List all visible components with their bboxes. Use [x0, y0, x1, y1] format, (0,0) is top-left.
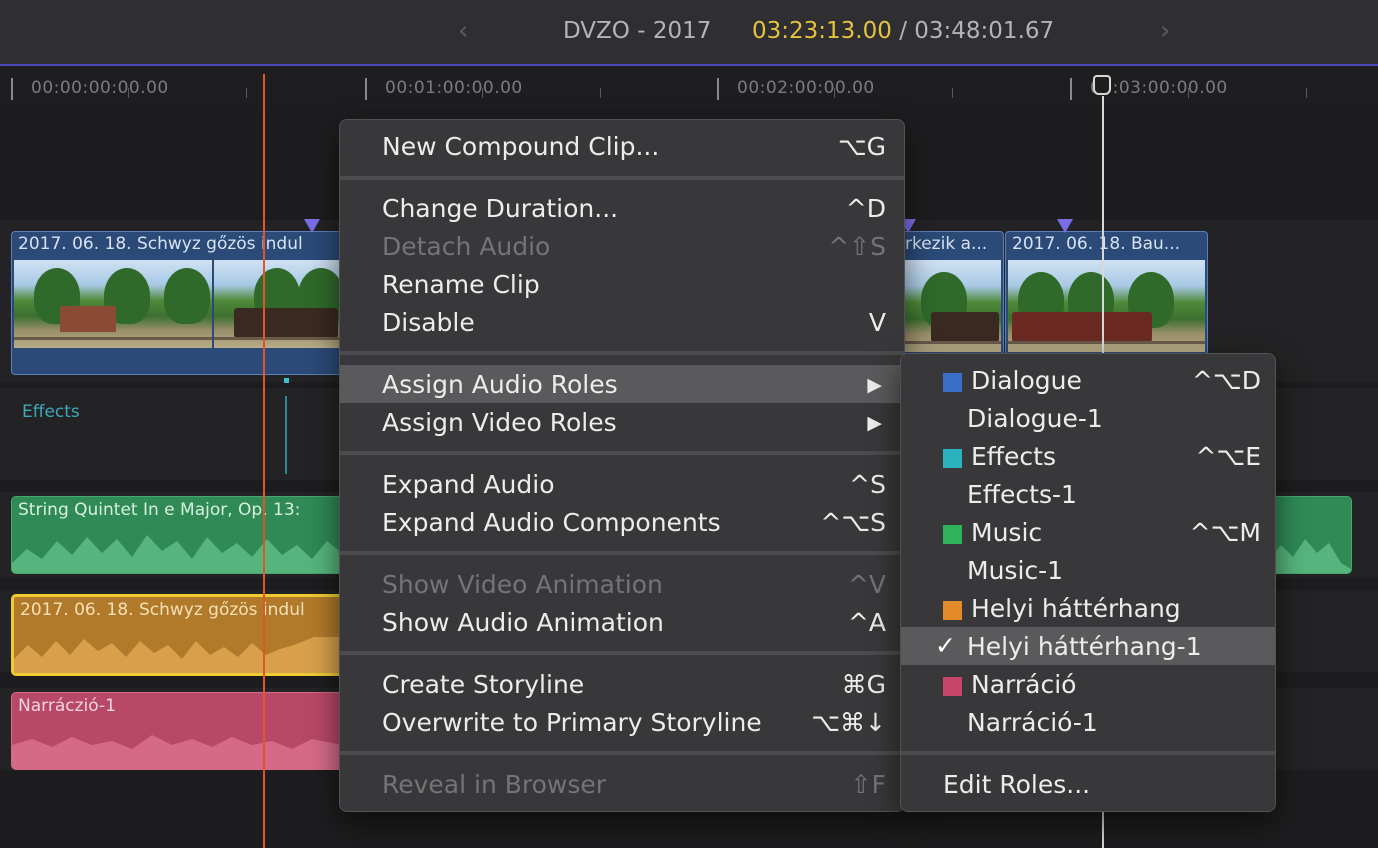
ruler-minor-tick	[600, 88, 601, 98]
ruler-major-tick	[1070, 78, 1072, 100]
clip-title: rkezik a...	[905, 234, 988, 254]
menu-item-assign-audio-roles[interactable]: Assign Audio Roles ▶	[340, 365, 904, 403]
role-music-1[interactable]: Music-1	[901, 551, 1275, 589]
waveform	[12, 735, 342, 769]
ruler-label: 00:00:00:00.00	[31, 78, 169, 98]
final-cut-timeline-window: ‹ DVZO - 2017 03:23:13.00 / 03:48:01.67 …	[0, 0, 1378, 848]
ruler-minor-tick	[246, 88, 247, 98]
menu-item-assign-video-roles[interactable]: Assign Video Roles ▶	[340, 403, 904, 441]
menu-item-overwrite-primary-storyline[interactable]: Overwrite to Primary Storyline ⌥⌘↓	[340, 703, 904, 741]
playhead[interactable]	[263, 74, 265, 848]
menu-item-rename-clip[interactable]: Rename Clip	[340, 265, 904, 303]
current-timecode: 03:23:13.00	[752, 18, 892, 44]
forward-arrow-icon[interactable]: ›	[1160, 16, 1170, 46]
menu-separator	[901, 751, 1275, 755]
role-effects-1[interactable]: Effects-1	[901, 475, 1275, 513]
video-clip[interactable]: 2017. 06. 18. Schwyz gőzös indul	[11, 231, 343, 375]
waveform	[1269, 539, 1351, 573]
clip-title: 2017. 06. 18. Schwyz gőzös indul	[18, 234, 303, 254]
menu-item-disable[interactable]: Disable V	[340, 303, 904, 341]
clip-title: 2017. 06. 18. Bau...	[1012, 234, 1181, 254]
clip-thumbnail	[214, 260, 342, 348]
marker-icon[interactable]	[304, 219, 320, 233]
menu-item-show-video-animation: Show Video Animation ^V	[382, 570, 886, 599]
back-arrow-icon[interactable]: ‹	[458, 16, 468, 46]
narracio-color-swatch	[943, 677, 962, 696]
timecode-separator: /	[899, 18, 907, 44]
clip-thumbnail	[14, 260, 212, 348]
menu-separator	[340, 651, 904, 655]
clip-thumbnail	[901, 260, 1001, 352]
menu-separator	[340, 351, 904, 355]
ruler-label: 00:01:00:00.00	[385, 78, 523, 98]
local-audio-clip[interactable]: 2017. 06. 18. Schwyz gőzös indul	[11, 594, 347, 676]
ruler-minor-tick	[1306, 88, 1307, 98]
music-color-swatch	[943, 525, 962, 544]
menu-separator	[340, 176, 904, 180]
menu-item-show-audio-animation[interactable]: Show Audio Animation ^A	[340, 603, 904, 641]
total-timecode: 03:48:01.67	[914, 18, 1055, 44]
project-title: DVZO - 2017	[563, 18, 712, 44]
role-dialogue-1[interactable]: Dialogue-1	[901, 399, 1275, 437]
role-narracio[interactable]: Narráció	[901, 665, 1275, 703]
role-dialogue[interactable]: Dialogue ^⌥D	[901, 361, 1275, 399]
role-effects[interactable]: Effects ^⌥E	[901, 437, 1275, 475]
menu-item-create-storyline[interactable]: Create Storyline ⌘G	[340, 665, 904, 703]
effects-color-swatch	[943, 449, 962, 468]
timecode-display: 03:23:13.00 / 03:48:01.67	[752, 18, 1054, 44]
audio-clip-title: 2017. 06. 18. Schwyz gőzös indul	[20, 600, 305, 620]
dialogue-color-swatch	[943, 373, 962, 392]
ruler-major-tick	[717, 78, 719, 100]
timeline-header: ‹ DVZO - 2017 03:23:13.00 / 03:48:01.67 …	[0, 0, 1378, 66]
menu-separator	[340, 551, 904, 555]
audio-roles-submenu: Dialogue ^⌥D Dialogue-1 Effects ^⌥E Effe…	[900, 353, 1276, 812]
skimmer-handle-icon[interactable]	[1093, 75, 1111, 95]
video-clip[interactable]: rkezik a...	[898, 231, 1004, 355]
waveform	[12, 535, 342, 573]
menu-item-detach-audio: Detach Audio ^⇧S	[382, 232, 886, 261]
narration-audio-clip[interactable]: Narráczió-1	[11, 692, 343, 770]
ruler-major-tick	[11, 78, 13, 100]
role-music[interactable]: Music ^⌥M	[901, 513, 1275, 551]
menu-item-expand-audio-components[interactable]: Expand Audio Components ^⌥S	[340, 503, 904, 541]
role-narracio-1[interactable]: Narráció-1	[901, 703, 1275, 741]
ruler-major-tick	[365, 78, 367, 100]
audio-clip-title: Narráczió-1	[18, 696, 116, 716]
checkmark-icon: ✓	[935, 631, 956, 660]
menu-separator	[340, 751, 904, 755]
submenu-arrow-icon: ▶	[867, 412, 882, 434]
audio-clip-title: String Quintet In e Major, Op. 13:	[18, 500, 301, 520]
clip-thumbnail	[1008, 260, 1205, 352]
role-helyi-hatterhang-1[interactable]: ✓ Helyi háttérhang-1	[901, 627, 1275, 665]
edit-roles-item[interactable]: Edit Roles...	[901, 765, 1275, 803]
music-audio-clip[interactable]	[1268, 496, 1352, 574]
timeline-ruler[interactable]: 00:00:00:00.00 00:01:00:00.00 00:02:00:0…	[0, 66, 1378, 106]
effects-role-label: Effects	[22, 402, 80, 422]
menu-item-reveal-in-browser: Reveal in Browser ⇧F	[382, 770, 886, 799]
clip-context-menu: New Compound Clip... ⌥G Change Duration.…	[339, 119, 905, 812]
helyi-color-swatch	[943, 601, 962, 620]
menu-item-expand-audio[interactable]: Expand Audio ^S	[340, 465, 904, 503]
menu-item-change-duration[interactable]: Change Duration... ^D	[340, 189, 904, 227]
submenu-arrow-icon: ▶	[867, 374, 882, 396]
ruler-minor-tick	[952, 88, 953, 98]
effects-keyframe[interactable]	[284, 378, 289, 383]
waveform	[14, 637, 344, 673]
role-helyi-hatterhang[interactable]: Helyi háttérhang	[901, 589, 1275, 627]
effects-clip-line[interactable]	[285, 396, 287, 474]
menu-separator	[340, 451, 904, 455]
music-audio-clip[interactable]: String Quintet In e Major, Op. 13:	[11, 496, 343, 574]
ruler-label: 00:02:00:00.00	[737, 78, 875, 98]
marker-icon[interactable]	[1057, 219, 1073, 233]
video-clip[interactable]: 2017. 06. 18. Bau...	[1005, 231, 1208, 355]
menu-item-new-compound-clip[interactable]: New Compound Clip... ⌥G	[340, 127, 904, 165]
